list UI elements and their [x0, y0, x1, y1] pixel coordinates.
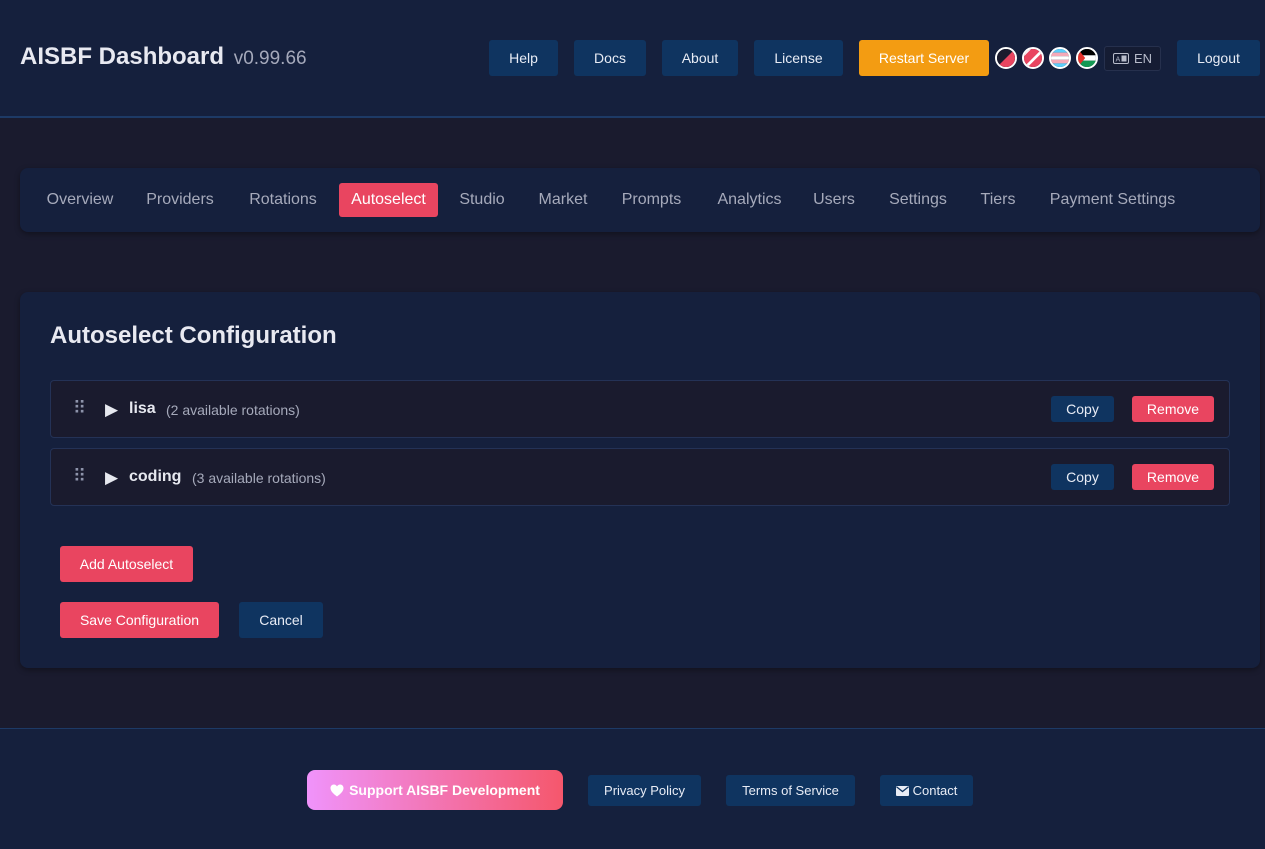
language-code: EN [1133, 51, 1153, 66]
autoselect-name: coding [129, 468, 182, 485]
drag-handle-icon[interactable]: ⠿ [73, 465, 86, 487]
flag-icon[interactable] [1022, 47, 1044, 69]
expand-arrow-icon[interactable]: ▶ [105, 399, 118, 421]
add-autoselect-button[interactable]: Add Autoselect [60, 546, 193, 582]
contact-link[interactable]: Contact [880, 775, 973, 806]
main-nav: Overview Providers Rotations Autoselect … [20, 168, 1260, 232]
tab-analytics[interactable]: Analytics [706, 183, 793, 217]
page-footer: Support AISBF Development Privacy Policy… [0, 728, 1265, 849]
autoselect-card: Autoselect Configuration ⠿ ▶ lisa (2 ava… [20, 292, 1260, 668]
copy-button[interactable]: Copy [1051, 396, 1114, 422]
page-title: Autoselect Configuration [50, 322, 337, 349]
remove-button[interactable]: Remove [1132, 464, 1214, 490]
tab-market[interactable]: Market [529, 183, 597, 217]
terms-of-service-link[interactable]: Terms of Service [726, 775, 855, 806]
tab-autoselect[interactable]: Autoselect [339, 183, 438, 217]
palestine-flag-icon[interactable] [1076, 47, 1098, 69]
trans-flag-icon[interactable] [1049, 47, 1071, 69]
app-version: v0.99.66 [233, 48, 307, 69]
app-header: AISBF Dashboard v0.99.66 Help Docs About… [0, 0, 1265, 118]
envelope-icon [895, 785, 909, 796]
language-selector[interactable]: A EN [1104, 46, 1161, 71]
drag-handle-icon[interactable]: ⠿ [73, 397, 86, 419]
tab-prompts[interactable]: Prompts [612, 183, 691, 217]
tab-tiers[interactable]: Tiers [973, 183, 1023, 217]
tab-settings[interactable]: Settings [880, 183, 956, 217]
language-icon: A [1112, 53, 1129, 64]
tab-studio[interactable]: Studio [450, 183, 514, 217]
tab-rotations[interactable]: Rotations [239, 183, 327, 217]
help-button[interactable]: Help [489, 40, 558, 76]
tab-providers[interactable]: Providers [139, 183, 221, 217]
expand-arrow-icon[interactable]: ▶ [105, 467, 118, 489]
support-label: Support AISBF Development [349, 782, 540, 798]
autoselect-item[interactable]: ⠿ ▶ coding (3 available rotations) Copy … [50, 448, 1230, 506]
autoselect-name: lisa [129, 400, 156, 417]
app-title: AISBF Dashboard v0.99.66 [20, 43, 307, 71]
license-button[interactable]: License [754, 40, 843, 76]
support-button[interactable]: Support AISBF Development [307, 770, 563, 810]
privacy-policy-link[interactable]: Privacy Policy [588, 775, 701, 806]
copy-button[interactable]: Copy [1051, 464, 1114, 490]
autoselect-item[interactable]: ⠿ ▶ lisa (2 available rotations) Copy Re… [50, 380, 1230, 438]
docs-button[interactable]: Docs [574, 40, 646, 76]
contact-label: Contact [912, 783, 958, 798]
autoselect-rotation-count: (2 available rotations) [166, 402, 300, 418]
tab-overview[interactable]: Overview [40, 183, 120, 217]
svg-text:A: A [1115, 56, 1120, 64]
heart-icon [330, 784, 344, 796]
theme-flag-icon[interactable] [995, 47, 1017, 69]
autoselect-rotation-count: (3 available rotations) [192, 470, 326, 486]
remove-button[interactable]: Remove [1132, 396, 1214, 422]
logout-button[interactable]: Logout [1177, 40, 1260, 76]
restart-server-button[interactable]: Restart Server [859, 40, 989, 76]
tab-users[interactable]: Users [805, 183, 863, 217]
tab-payment-settings[interactable]: Payment Settings [1040, 183, 1185, 217]
cancel-button[interactable]: Cancel [239, 602, 323, 638]
save-configuration-button[interactable]: Save Configuration [60, 602, 219, 638]
app-title-text: AISBF Dashboard [20, 43, 225, 70]
about-button[interactable]: About [662, 40, 738, 76]
